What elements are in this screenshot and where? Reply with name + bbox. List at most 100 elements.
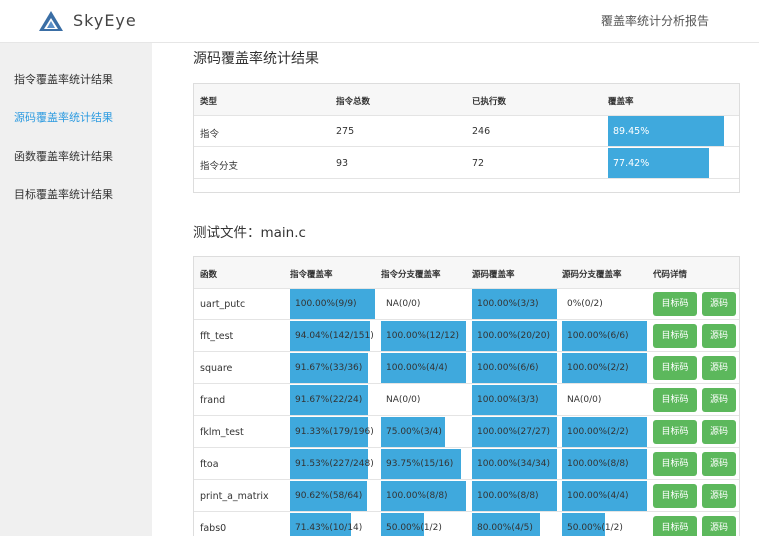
header-source-branch-coverage: 源码分支覆盖率 xyxy=(562,270,622,280)
coverage-value: 100.00%(6/6) xyxy=(477,363,539,373)
summary-header-executed: 已执行数 xyxy=(472,97,507,107)
coverage-value: 100.00%(4/4) xyxy=(386,363,448,373)
function-row: fklm_test 91.33%(179/196) 75.00%(3/4) 100.0… xyxy=(194,416,739,448)
main-content: 源码覆盖率统计结果 类型 指令总数 已执行数 覆盖率 指令 275 246 89.45… xyxy=(152,43,759,536)
skyeye-logo-icon xyxy=(39,11,63,31)
source-code-button[interactable]: 源码 xyxy=(702,388,736,412)
coverage-value: 100.00%(8/8) xyxy=(567,459,629,469)
coverage-value: 75.00%(3/4) xyxy=(386,427,442,437)
function-row: print_a_matrix 90.62%(58/64) 100.00%(8/8) 1… xyxy=(194,480,739,512)
summary-table: 类型 指令总数 已执行数 覆盖率 指令 275 246 89.45% 指令分支 93 72 7… xyxy=(193,83,740,193)
coverage-value: 100.00%(3/3) xyxy=(477,299,539,309)
summary-type: 指令 xyxy=(200,129,220,140)
function-name: frand xyxy=(200,395,226,406)
report-title: 覆盖率统计分析报告 xyxy=(600,14,709,28)
summary-header-row: 类型 指令总数 已执行数 覆盖率 xyxy=(194,84,739,116)
coverage-value: 50.00%(1/2) xyxy=(386,523,442,533)
coverage-value: 91.67%(22/24) xyxy=(295,395,363,405)
summary-rate: 77.42% xyxy=(613,158,650,169)
function-name: uart_putc xyxy=(200,299,246,310)
function-row: uart_putc 100.00%(9/9) NA(0/0) 100.00%(3/3)… xyxy=(194,288,739,320)
coverage-value: 100.00%(4/4) xyxy=(567,491,629,501)
file-title: 测试文件：main.c xyxy=(193,225,306,241)
function-row: fft_test 94.04%(142/151) 100.00%(12/12) 100… xyxy=(194,320,739,352)
target-code-button[interactable]: 目标码 xyxy=(653,420,697,444)
function-row: frand 91.67%(22/24) NA(0/0) 100.00%(3/3) NA(… xyxy=(194,384,739,416)
coverage-value: 0%(0/2) xyxy=(567,299,603,309)
coverage-value: 90.62%(58/64) xyxy=(295,491,363,501)
sidebar-item-function-coverage[interactable]: 函数覆盖率统计结果 xyxy=(14,148,113,164)
coverage-value: 100.00%(2/2) xyxy=(567,427,629,437)
target-code-button[interactable]: 目标码 xyxy=(653,516,697,536)
header-function: 函数 xyxy=(200,270,218,280)
function-header-row: 函数 指令覆盖率 指令分支覆盖率 源码覆盖率 源码分支覆盖率 代码详情 xyxy=(194,257,739,289)
function-row: ftoa 91.53%(227/248) 93.75%(15/16) 100.00%(… xyxy=(194,448,739,480)
coverage-value: 50.00%(1/2) xyxy=(567,523,623,533)
coverage-value: 100.00%(8/8) xyxy=(386,491,448,501)
sidebar-item-target-coverage[interactable]: 目标覆盖率统计结果 xyxy=(14,186,113,202)
coverage-value: 80.00%(4/5) xyxy=(477,523,533,533)
source-code-button[interactable]: 源码 xyxy=(702,324,736,348)
function-name: print_a_matrix xyxy=(200,491,269,502)
coverage-value: NA(0/0) xyxy=(386,299,421,309)
function-name: fklm_test xyxy=(200,427,244,438)
coverage-value: 93.75%(15/16) xyxy=(386,459,454,469)
source-code-button[interactable]: 源码 xyxy=(702,420,736,444)
summary-executed: 246 xyxy=(472,126,491,137)
header-instruction-branch-coverage: 指令分支覆盖率 xyxy=(381,270,441,280)
function-name: ftoa xyxy=(200,459,219,470)
coverage-value: 100.00%(9/9) xyxy=(295,299,357,309)
coverage-value: 91.33%(179/196) xyxy=(295,427,374,437)
summary-header-rate: 覆盖率 xyxy=(608,97,634,107)
summary-row: 指令 275 246 89.45% xyxy=(194,115,739,147)
coverage-value: 94.04%(142/151) xyxy=(295,331,374,341)
coverage-value: 100.00%(2/2) xyxy=(567,363,629,373)
coverage-value: 100.00%(27/27) xyxy=(477,427,551,437)
summary-total: 275 xyxy=(336,126,355,137)
source-code-button[interactable]: 源码 xyxy=(702,484,736,508)
source-code-button[interactable]: 源码 xyxy=(702,356,736,380)
target-code-button[interactable]: 目标码 xyxy=(653,324,697,348)
header-instruction-coverage: 指令覆盖率 xyxy=(290,270,333,280)
summary-header-type: 类型 xyxy=(200,97,218,107)
summary-header-total: 指令总数 xyxy=(336,97,371,107)
coverage-value: NA(0/0) xyxy=(567,395,602,405)
summary-title: 源码覆盖率统计结果 xyxy=(193,51,319,67)
function-name: fabs0 xyxy=(200,523,227,534)
brand-name: SkyEye xyxy=(73,11,137,30)
target-code-button[interactable]: 目标码 xyxy=(653,356,697,380)
target-code-button[interactable]: 目标码 xyxy=(653,388,697,412)
summary-total: 93 xyxy=(336,158,349,169)
coverage-value: 100.00%(20/20) xyxy=(477,331,551,341)
top-bar: SkyEye 覆盖率统计分析报告 xyxy=(0,0,759,43)
coverage-value: 100.00%(8/8) xyxy=(477,491,539,501)
coverage-value: NA(0/0) xyxy=(386,395,421,405)
coverage-value: 100.00%(12/12) xyxy=(386,331,460,341)
coverage-value: 91.67%(33/36) xyxy=(295,363,363,373)
source-code-button[interactable]: 源码 xyxy=(702,452,736,476)
target-code-button[interactable]: 目标码 xyxy=(653,292,697,316)
coverage-value: 71.43%(10/14) xyxy=(295,523,363,533)
coverage-value: 100.00%(34/34) xyxy=(477,459,551,469)
summary-rate: 89.45% xyxy=(613,126,650,137)
coverage-value: 91.53%(227/248) xyxy=(295,459,374,469)
function-name: fft_test xyxy=(200,331,234,342)
target-code-button[interactable]: 目标码 xyxy=(653,452,697,476)
summary-executed: 72 xyxy=(472,158,485,169)
header-code-details: 代码详情 xyxy=(653,270,688,280)
sidebar-item-instruction-coverage[interactable]: 指令覆盖率统计结果 xyxy=(14,71,113,87)
summary-row: 指令分支 93 72 77.42% xyxy=(194,147,739,179)
source-code-button[interactable]: 源码 xyxy=(702,292,736,316)
source-code-button[interactable]: 源码 xyxy=(702,516,736,536)
target-code-button[interactable]: 目标码 xyxy=(653,484,697,508)
function-row: fabs0 71.43%(10/14) 50.00%(1/2) 80.00%(4/5)… xyxy=(194,512,739,536)
function-table: 函数 指令覆盖率 指令分支覆盖率 源码覆盖率 源码分支覆盖率 代码详情 uart… xyxy=(193,256,740,536)
coverage-value: 100.00%(3/3) xyxy=(477,395,539,405)
sidebar-item-source-coverage[interactable]: 源码覆盖率统计结果 xyxy=(14,109,113,125)
summary-type: 指令分支 xyxy=(200,161,239,172)
function-name: square xyxy=(200,363,233,374)
coverage-value: 100.00%(6/6) xyxy=(567,331,629,341)
header-source-coverage: 源码覆盖率 xyxy=(472,270,515,280)
sidebar: 指令覆盖率统计结果 源码覆盖率统计结果 函数覆盖率统计结果 目标覆盖率统计结果 xyxy=(0,43,152,536)
function-row: square 91.67%(33/36) 100.00%(4/4) 100.00%(6… xyxy=(194,352,739,384)
